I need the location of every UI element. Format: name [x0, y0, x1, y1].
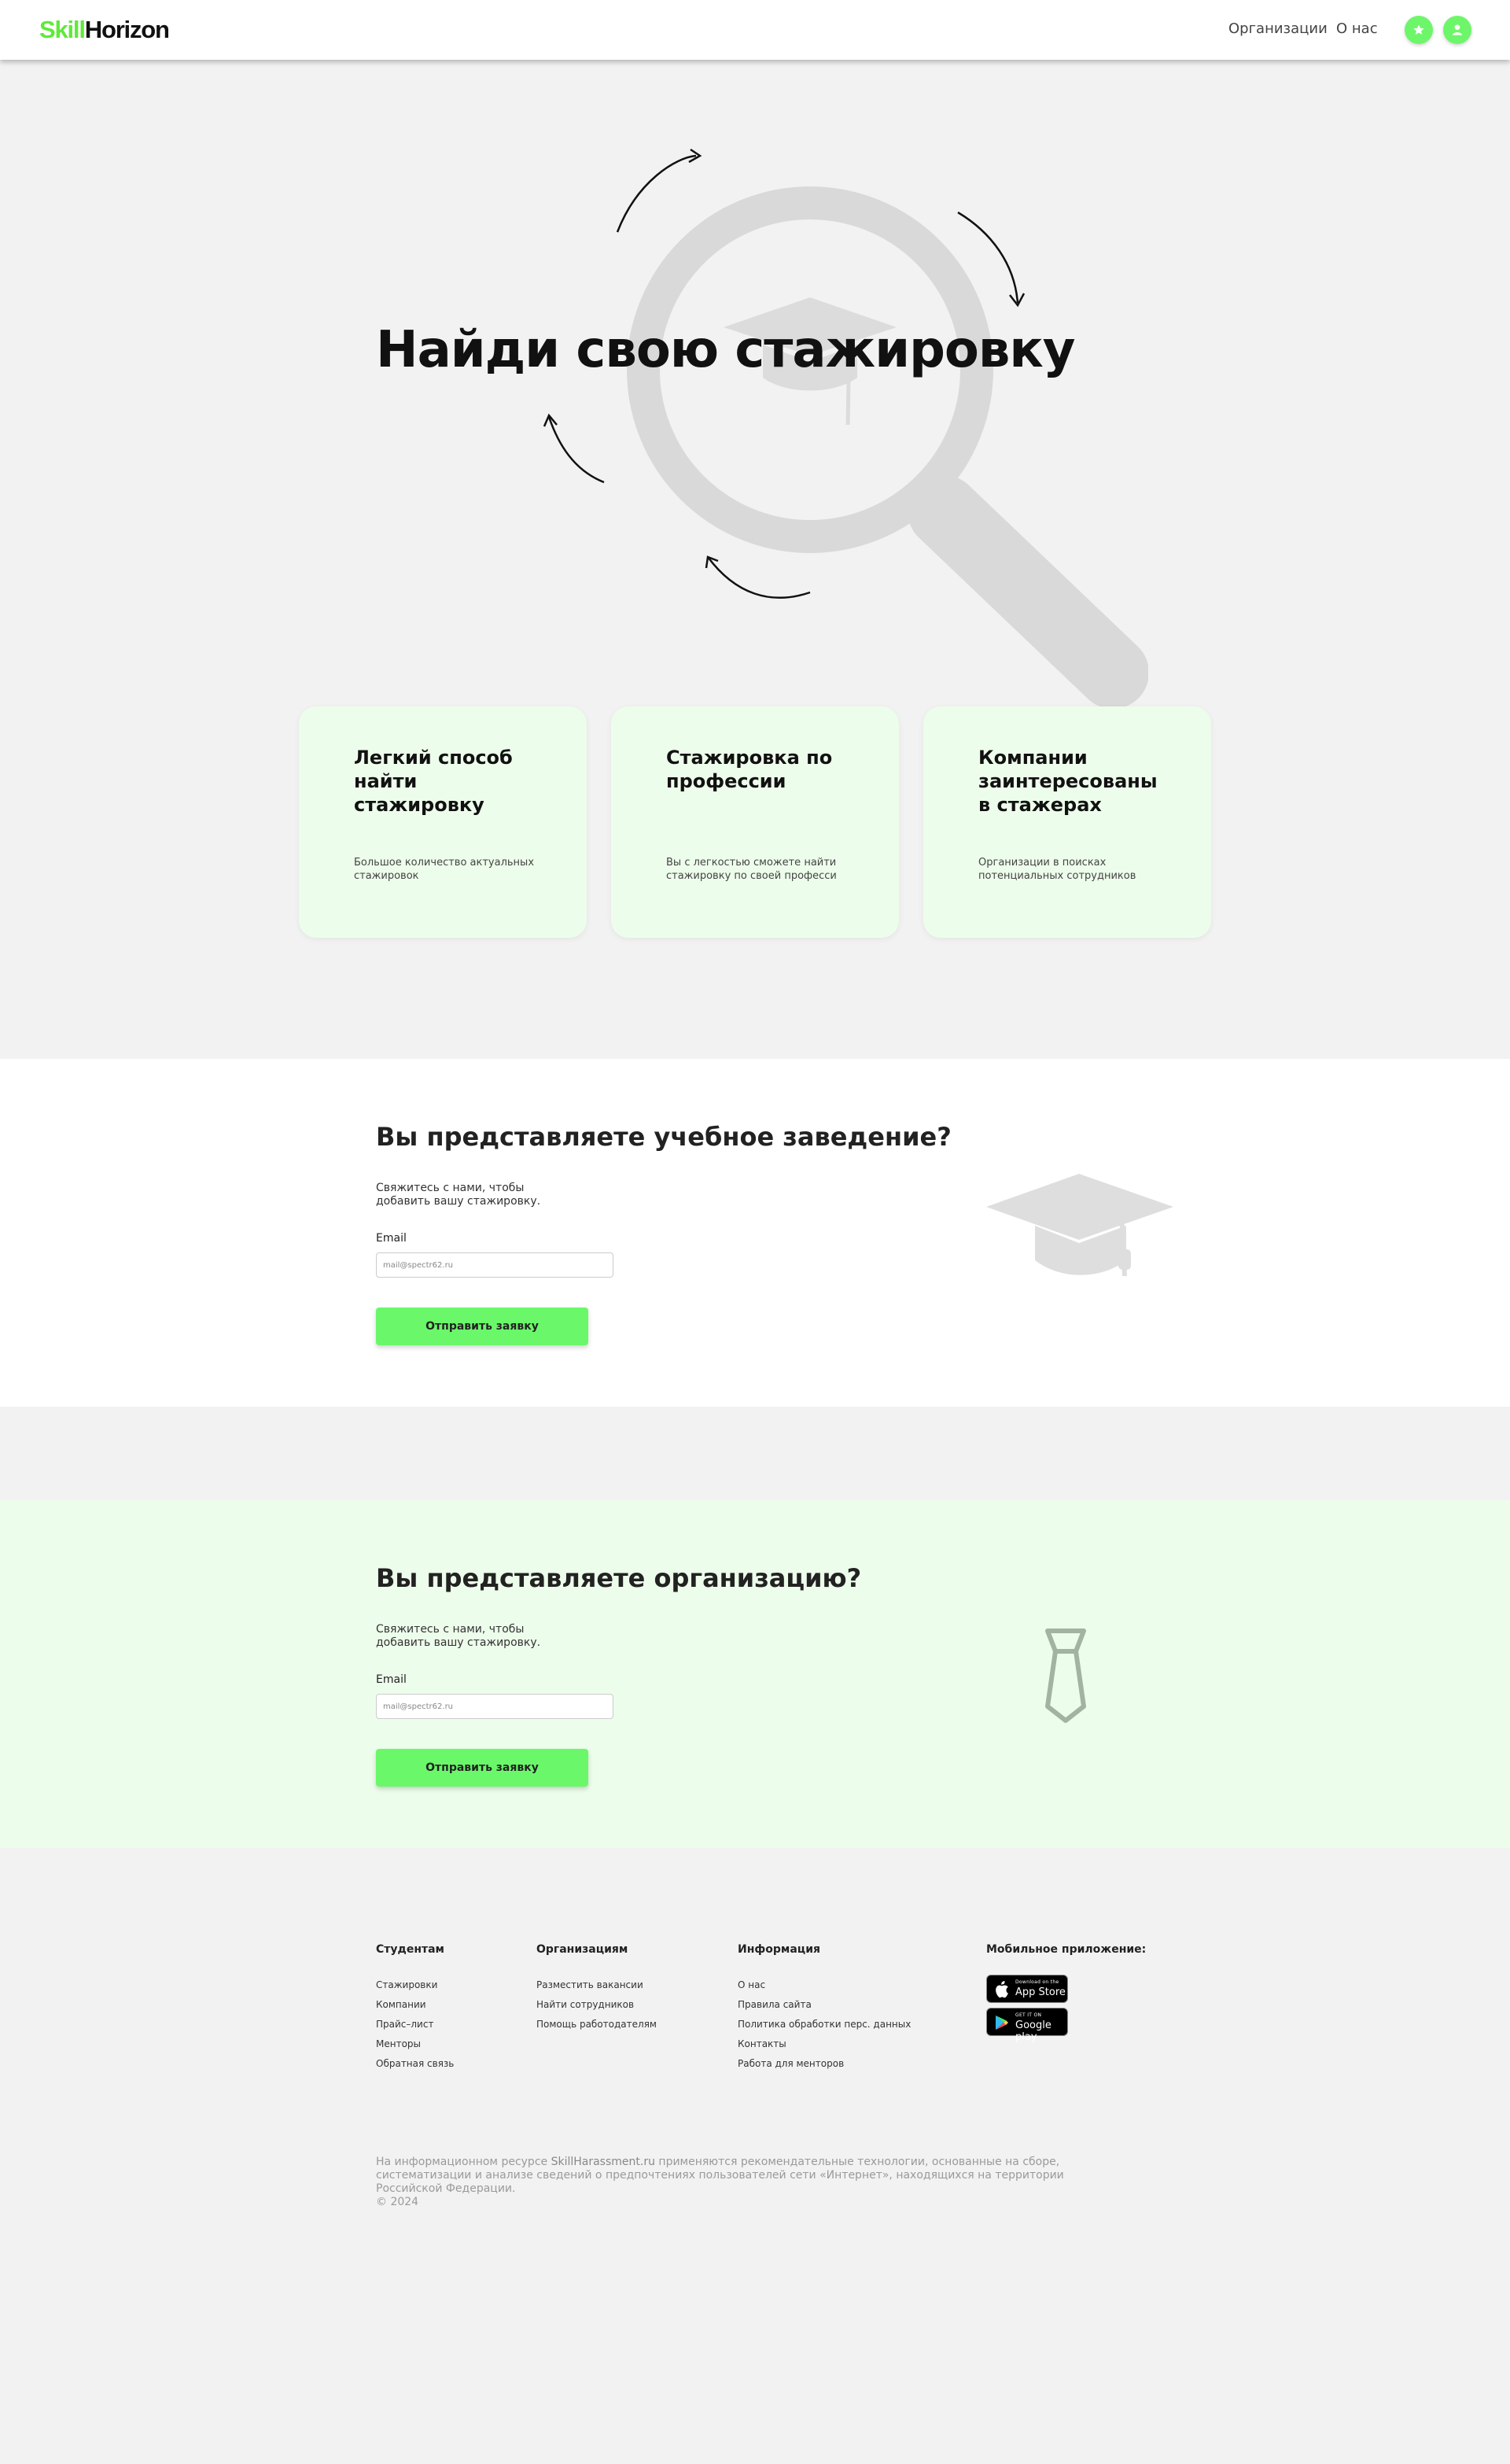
legal-site-name[interactable]: SkillHarassment.ru	[551, 2156, 655, 2168]
star-icon	[1413, 24, 1424, 35]
footer-link[interactable]: Стажировки	[376, 1979, 454, 1991]
footer-students: Студентам Стажировки Компании Прайс–лист…	[376, 1943, 454, 2078]
footer-heading: Студентам	[376, 1943, 444, 1956]
legal-text-prefix: На информационном ресурсе	[376, 2156, 551, 2168]
feature-card: Компании заинтересованы в стажерах Орган…	[923, 706, 1211, 938]
logo[interactable]: SkillHorizon	[39, 16, 170, 44]
footer-link[interactable]: Разместить вакансии	[536, 1979, 657, 1991]
organization-section: Вы представляете организацию? Свяжитесь …	[0, 1500, 1510, 1848]
feature-description: Организации в поисках потенциальных сотр…	[978, 857, 1136, 882]
footer-link[interactable]: Компании	[376, 1999, 454, 2011]
feature-card: Стажировка по профессии Вы с легкостью с…	[611, 706, 899, 938]
footer-link[interactable]: Правила сайта	[738, 1999, 911, 2011]
footer-link[interactable]: О нас	[738, 1979, 911, 1991]
site-header: SkillHorizon Организации О нас	[0, 0, 1510, 60]
magnifier-illustration	[543, 148, 1148, 708]
logo-part-skill: Skill	[39, 16, 86, 43]
google-play-icon	[996, 2016, 1008, 2030]
app-store-text: App Store	[1015, 1986, 1066, 1998]
feature-description: Большое количество актуальных стажировок	[354, 857, 535, 882]
education-section: Вы представляете учебное заведение? Свяж…	[0, 1059, 1510, 1407]
education-title: Вы представляете учебное заведение?	[376, 1122, 952, 1152]
legal-notice: На информационном ресурсе SkillHarassmen…	[376, 2156, 1131, 2209]
footer-link[interactable]: Обратная связь	[376, 2058, 454, 2070]
footer-link[interactable]: Работа для менторов	[738, 2058, 911, 2070]
profile-button[interactable]	[1443, 16, 1471, 44]
google-play-small-text: GET IT ON	[1015, 2012, 1042, 2018]
footer-heading: Информация	[738, 1943, 820, 1956]
email-label: Email	[376, 1232, 407, 1245]
nav-about[interactable]: О нас	[1336, 20, 1378, 37]
app-store-small-text: Download on the	[1015, 1979, 1059, 1985]
education-email-input[interactable]	[376, 1252, 613, 1278]
email-label: Email	[376, 1673, 407, 1686]
favorites-button[interactable]	[1405, 16, 1433, 44]
app-store-badge[interactable]: Download on the App Store	[986, 1975, 1068, 2003]
graduation-cap-icon	[986, 1174, 1173, 1277]
footer-link[interactable]: Менторы	[376, 2038, 454, 2050]
feature-title: Легкий способ найти стажировку	[354, 747, 513, 816]
footer-link[interactable]: Помощь работодателям	[536, 2019, 657, 2031]
footer-info: Информация О нас Правила сайта Политика …	[738, 1943, 911, 2078]
footer-link[interactable]: Прайс–лист	[376, 2019, 454, 2031]
footer-link[interactable]: Контакты	[738, 2038, 911, 2050]
education-text: Свяжитесь с нами, чтобы добавить вашу ст…	[376, 1182, 541, 1208]
tie-icon	[1045, 1629, 1086, 1723]
feature-title: Компании заинтересованы в стажерах	[978, 747, 1158, 816]
footer-heading: Мобильное приложение:	[986, 1943, 1147, 1956]
organization-submit-button[interactable]: Отправить заявку	[376, 1749, 588, 1787]
apple-icon	[996, 1981, 1008, 1998]
feature-description: Вы с легкостью сможете найти стажировку …	[666, 857, 837, 882]
footer-link[interactable]: Найти сотрудников	[536, 1999, 657, 2011]
feature-card: Легкий способ найти стажировку Большое к…	[299, 706, 587, 938]
google-play-badge[interactable]: GET IT ON Google play	[986, 2008, 1068, 2043]
organization-title: Вы представляете организацию?	[376, 1563, 862, 1593]
footer-organizations: Организациям Разместить вакансии Найти с…	[536, 1943, 657, 2038]
footer-link[interactable]: Политика обработки перс. данных	[738, 2019, 911, 2031]
google-play-text: Google play	[1015, 2020, 1051, 2043]
feature-title: Стажировка по профессии	[666, 747, 833, 792]
logo-part-horizon: Horizon	[84, 16, 170, 43]
footer-mobile: Мобильное приложение: Download on the Ap…	[986, 1943, 1147, 2043]
hero-title: Найди свою стажировку	[376, 321, 1075, 379]
organization-text: Свяжитесь с нами, чтобы добавить вашу ст…	[376, 1623, 541, 1649]
education-submit-button[interactable]: Отправить заявку	[376, 1308, 588, 1345]
nav-organizations[interactable]: Организации	[1228, 20, 1328, 37]
organization-email-input[interactable]	[376, 1694, 613, 1719]
user-icon	[1453, 24, 1462, 35]
footer-heading: Организациям	[536, 1943, 628, 1956]
copyright: © 2024	[376, 2196, 419, 2208]
